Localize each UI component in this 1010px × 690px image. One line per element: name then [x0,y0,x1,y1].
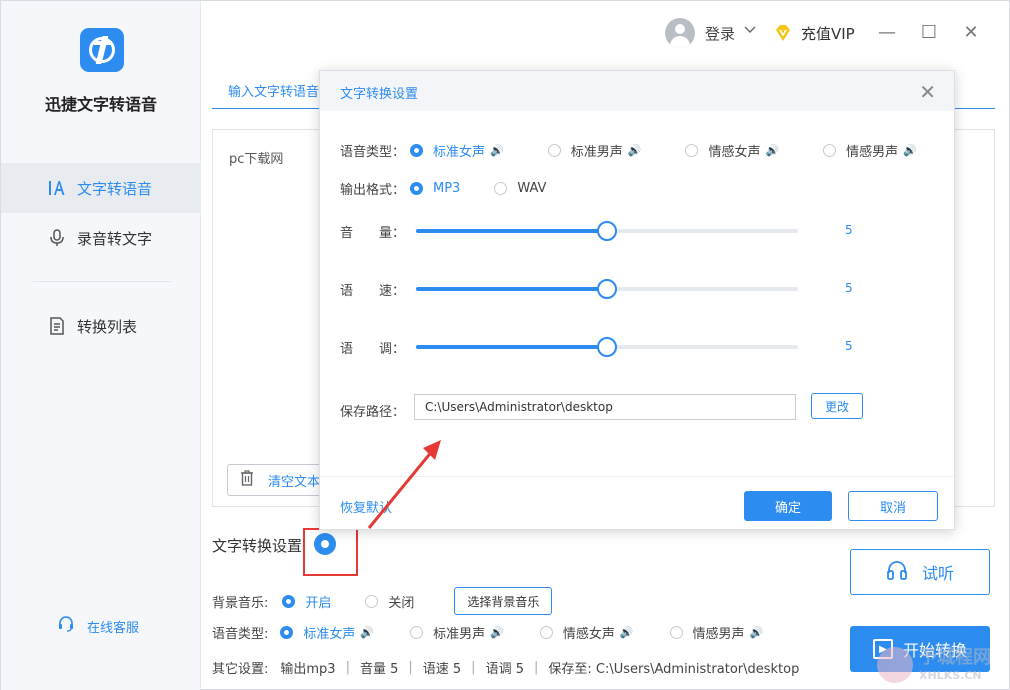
online-service-label: 在线客服 [87,620,140,636]
bg-music-row: 背景音乐: 开启 关闭 选择背景音乐 [212,587,553,615]
change-path-button[interactable]: 更改 [811,393,863,419]
other-settings-label: 其它设置: [212,662,269,677]
other-setting-item: 音量 5 [359,662,399,677]
top-bar: 登录 充值VIP — ☐ ✕ [201,1,1010,65]
bg-music-on-radio[interactable]: 开启 [282,592,331,611]
login-link[interactable]: 登录 [705,23,735,44]
maximize-button[interactable]: ☐ [917,21,941,45]
text-input-content: pc下载网 [229,152,284,167]
watermark-text: 予城程网 [919,647,991,668]
pitch-slider-handle[interactable] [597,337,617,357]
speaker-icon: 🔊 [490,626,504,639]
vip-link[interactable]: 充值VIP [801,23,855,44]
volume-label: 音 量： [340,226,406,241]
conversion-settings-title: 文字转换设置 [212,537,303,555]
sidebar: 迅捷文字转语音 文字转语音 录音转文字 转换列表 在线客服 [1,1,201,690]
voice-type-row: 语音类型: 标准女声 🔊 标准男声 🔊 情感女声 🔊 情感男声 🔊 [212,623,763,642]
watermark-domain: XHLKS.CN [919,669,982,682]
speaker-icon: 🔊 [903,144,917,157]
other-setting-item: 语调 5 [485,662,524,677]
voice-option-radio[interactable]: 标准男声 🔊 [410,623,504,642]
sidebar-item-conversion-list[interactable]: 转换列表 [1,301,201,351]
trash-icon [240,470,254,490]
other-setting-item: 语速 5 [422,662,462,677]
speaker-icon: 🔊 [490,144,504,157]
sidebar-item-label: 转换列表 [77,317,138,336]
volume-value: 5 [845,223,853,237]
dialog-voice-label: 语音类型： [340,145,406,160]
clear-text-label: 清空文本 [268,474,321,490]
volume-slider-handle[interactable] [597,221,617,241]
voice-type-label: 语音类型: [212,627,269,642]
bg-music-off-radio[interactable]: 关闭 [365,592,414,611]
online-service-link[interactable]: 在线客服 [57,615,139,637]
pitch-value: 5 [845,339,853,353]
close-icon[interactable]: ✕ [919,80,936,104]
minimize-button[interactable]: — [875,21,899,45]
pitch-label: 语 调： [340,342,406,357]
voice-option-radio[interactable]: 情感女声 🔊 [539,623,634,642]
listen-label: 试听 [921,564,954,583]
dialog-voice-radio[interactable]: 情感男声 🔊 [823,141,917,160]
format-mp3-radio[interactable]: MP3 [410,181,460,196]
bg-music-label: 背景音乐: [212,595,269,611]
cancel-button[interactable]: 取消 [848,491,938,521]
dialog-header: 文字转换设置 ✕ [320,71,954,111]
vip-diamond-icon[interactable] [773,23,793,43]
speaker-icon: 🔊 [749,626,764,639]
save-path-input[interactable]: C:\Users\Administrator\desktop [414,394,796,420]
format-wav-radio[interactable]: WAV [494,181,546,196]
annotation-highlight-box [303,528,358,576]
save-path-label: 保存路径： [340,405,406,420]
dialog-format-label: 输出格式： [340,183,406,198]
sidebar-item-text-to-speech[interactable]: 文字转语音 [1,163,201,213]
other-settings-row: 其它设置: 输出mp3 | 音量 5 | 语速 5 | 语调 5 | 保存至: C:\U… [212,660,800,677]
sidebar-divider [33,281,171,282]
annotation-arrow [367,440,441,529]
chevron-down-icon[interactable] [744,23,756,38]
speaker-icon: 🔊 [627,144,642,157]
app-name: 迅捷文字转语音 [44,95,157,114]
choose-bg-music-button[interactable]: 选择背景音乐 [454,587,553,615]
other-setting-item: 输出mp3 [280,662,336,677]
headset-icon [57,615,75,637]
speaker-icon: 🔊 [619,626,634,639]
text-a-icon [47,178,67,198]
pitch-slider-row: 语 调： 5 [340,337,940,357]
dialog-format-row: 输出格式： MP3 WAV [340,179,590,198]
voice-option-radio[interactable]: 情感男声 🔊 [669,623,764,642]
tab-text-input[interactable]: 输入文字转语音 [228,81,319,100]
avatar[interactable] [665,18,695,48]
dialog-voice-row: 语音类型： 标准女声 🔊 标准男声 🔊 情感女声 🔊 情感男声 🔊 [340,141,917,160]
dialog-voice-radio[interactable]: 标准女声 🔊 [410,141,504,160]
microphone-icon [47,228,67,248]
dialog-voice-radio[interactable]: 情感女声 🔊 [685,141,779,160]
app-logo [80,28,124,72]
voice-option-radio[interactable]: 标准女声 🔊 [280,623,374,642]
sidebar-item-speech-to-text[interactable]: 录音转文字 [1,213,201,263]
app-window: 迅捷文字转语音 文字转语音 录音转文字 转换列表 在线客服 登录 充值VIP —… [0,0,1010,690]
listen-button[interactable]: 试听 [850,549,990,595]
speed-value: 5 [845,281,853,295]
speaker-icon: 🔊 [360,626,375,639]
dialog-title: 文字转换设置 [340,87,419,102]
headphones-icon [886,560,908,585]
speaker-icon: 🔊 [765,144,780,157]
list-doc-icon [47,316,67,336]
watermark-logo: 予城程网 XHLKS.CN [869,643,1009,689]
close-window-button[interactable]: ✕ [959,21,983,45]
dialog-voice-radio[interactable]: 标准男声 🔊 [547,141,642,160]
speed-slider-handle[interactable] [597,279,617,299]
confirm-button[interactable]: 确定 [744,491,832,521]
speed-slider-row: 语 速： 5 [340,279,940,299]
speed-label: 语 速： [340,284,406,299]
volume-slider-row: 音 量： 5 [340,221,940,241]
other-setting-item: 保存至: C:\Users\Administrator\desktop [548,662,800,677]
sidebar-item-label: 文字转语音 [77,179,153,198]
sidebar-item-label: 录音转文字 [77,229,153,248]
